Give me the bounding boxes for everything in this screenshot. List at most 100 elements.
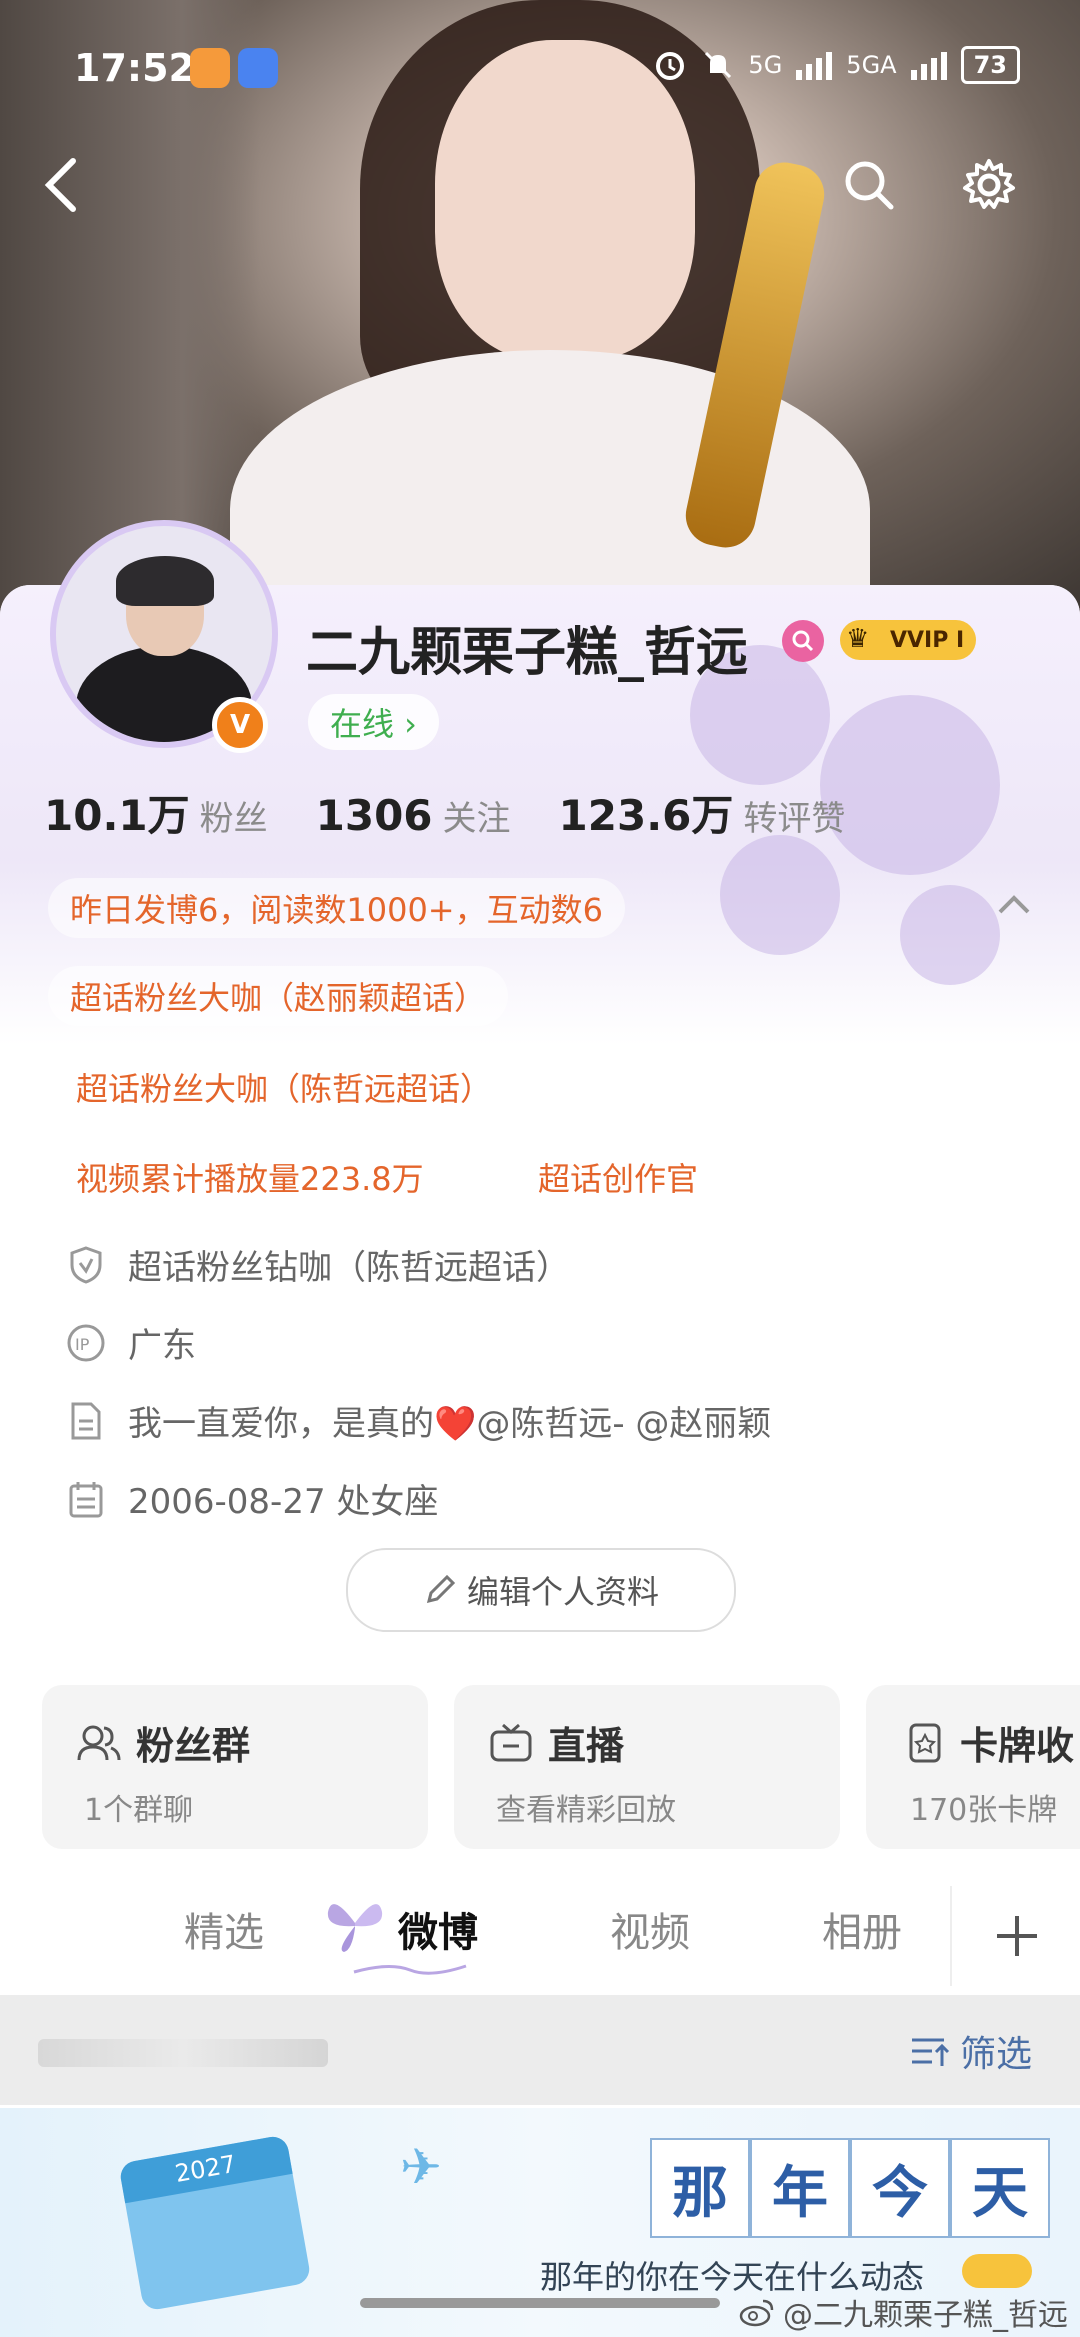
tile-cards[interactable]: 卡牌收 170张卡牌: [866, 1685, 1080, 1849]
filter-button[interactable]: 筛选: [910, 2025, 1032, 2077]
info-birthday-text: 2006-08-27 处女座: [128, 1482, 439, 1522]
stat-value: 10.1万: [44, 791, 190, 840]
info-ip-text: 广东: [128, 1326, 196, 1366]
battery-indicator: 73: [960, 46, 1020, 84]
online-label: 在线 ›: [330, 705, 417, 743]
flower-decoration: [820, 695, 1000, 875]
card-icon: [909, 1723, 941, 1762]
info-badge-row[interactable]: 超话粉丝钻咖（陈哲远超话）: [66, 1240, 570, 1289]
signal-icon: [796, 52, 833, 80]
tile-title: 卡牌收: [960, 1724, 1075, 1768]
vip-label: VVIP I: [890, 627, 965, 653]
svg-text:IP: IP: [75, 1335, 90, 1354]
tile-title-row: 直播: [488, 1715, 624, 1770]
mute-icon: [705, 51, 732, 79]
filter-icon: [911, 2038, 950, 2066]
weibo-logo-icon: [739, 2299, 774, 2327]
info-badge-text: 超话粉丝钻咖（陈哲远超话）: [128, 1248, 570, 1288]
network-label: 5G: [748, 51, 783, 79]
yesterday-summary[interactable]: 昨日发博6，阅读数1000+，互动数6: [48, 878, 625, 938]
tile-sub: 1个群聊: [84, 1793, 194, 1828]
flower-decoration: [720, 835, 840, 955]
tv-icon: [490, 1723, 532, 1761]
home-indicator[interactable]: [360, 2298, 720, 2308]
tile-title-row: 粉丝群: [76, 1715, 250, 1770]
search-button[interactable]: [834, 150, 904, 220]
achievement-badge[interactable]: 超话粉丝大咖（赵丽颖超话）: [48, 966, 509, 1026]
back-button[interactable]: [26, 150, 96, 220]
butterfly-icon: [327, 1904, 383, 1952]
stat-followers[interactable]: 10.1万 粉丝: [44, 782, 268, 843]
edit-profile-label: 编辑个人资料: [466, 1573, 659, 1611]
shield-icon: [66, 1245, 106, 1285]
banner-char: 天: [950, 2138, 1050, 2238]
achievement-badge[interactable]: 超话粉丝大咖（陈哲远超话）: [76, 1064, 492, 1110]
plus-icon: [997, 1916, 1037, 1956]
super-topic-icon[interactable]: [782, 620, 824, 662]
alarm-icon: [656, 52, 685, 80]
avatar-hair: [116, 556, 214, 606]
tile-fan-group[interactable]: 粉丝群 1个群聊: [42, 1685, 428, 1849]
gear-icon: [963, 159, 1015, 209]
tile-title: 粉丝群: [136, 1724, 251, 1768]
watermark-text: @二九颗栗子糕_哲远: [783, 2298, 1068, 2333]
info-bio-row: 我一直爱你，是真的❤️@陈哲远- @赵丽颖: [66, 1396, 771, 1445]
banner-char: 年: [750, 2138, 850, 2238]
notification-app-icon-2: [238, 48, 278, 88]
stat-interactions[interactable]: 123.6万 转评赞: [559, 782, 846, 843]
stat-value: 123.6万: [558, 791, 734, 840]
group-icon: [77, 1725, 121, 1760]
yesterday-summary-text: 昨日发博6，阅读数1000+，互动数6: [70, 891, 603, 929]
info-ip-row: IP 广东: [66, 1318, 196, 1367]
blurred-text: [38, 2039, 328, 2067]
edit-profile-button[interactable]: 编辑个人资料: [346, 1548, 736, 1632]
tab-featured[interactable]: 精选: [184, 1900, 264, 1958]
tile-live[interactable]: 直播 查看精彩回放: [454, 1685, 840, 1849]
pencil-icon: [426, 1574, 456, 1604]
paper-plane-icon: ✈: [400, 2138, 442, 2196]
calendar-year: 2027: [118, 2134, 293, 2204]
banner-title: 那 年 今 天: [650, 2138, 1050, 2238]
tab-video[interactable]: 视频: [610, 1900, 690, 1958]
add-tab-button[interactable]: [950, 1886, 1080, 1986]
notification-app-icon: [190, 48, 230, 88]
chevron-up-icon: [998, 895, 1030, 914]
stats-row: 10.1万 粉丝 1306 关注 123.6万 转评赞: [44, 782, 845, 843]
profile-tabs: 精选 微博 视频 相册: [0, 1880, 1080, 1990]
info-birthday-row: 2006-08-27 处女座: [66, 1474, 438, 1523]
stat-following[interactable]: 1306 关注: [316, 791, 511, 840]
active-tab-indicator: [353, 1964, 467, 1975]
stat-label: 粉丝: [199, 799, 268, 839]
signal-icon-2: [910, 52, 947, 80]
banner-badge: [962, 2254, 1032, 2288]
weibo-watermark: @二九颗栗子糕_哲远: [739, 2290, 1068, 2334]
document-icon: [66, 1401, 106, 1441]
online-status[interactable]: 在线 ›: [308, 694, 439, 750]
status-bar: 17:52 5G 5GA 73: [0, 38, 1080, 98]
tab-weibo[interactable]: 微博: [398, 1900, 478, 1958]
network-label-2: 5GA: [846, 51, 897, 79]
stat-label: 转评赞: [743, 799, 846, 839]
ip-icon: IP: [66, 1323, 106, 1363]
achievement-badge[interactable]: 视频累计播放量223.8万: [76, 1154, 424, 1200]
settings-button[interactable]: [954, 150, 1024, 220]
vip-badge[interactable]: ♛ VVIP I: [840, 620, 977, 660]
flower-decoration: [900, 885, 1000, 985]
calendar-illustration: 2027: [118, 2134, 312, 2312]
search-icon: [845, 161, 894, 210]
filter-bar: 筛选: [0, 1995, 1080, 2105]
info-bio-text: 我一直爱你，是真的❤️@陈哲远- @赵丽颖: [128, 1404, 772, 1444]
banner-char: 那: [650, 2138, 750, 2238]
status-right: 5G 5GA 73: [652, 46, 1020, 84]
tile-sub: 查看精彩回放: [496, 1793, 676, 1828]
achievement-text: 超话粉丝大咖（赵丽颖超话）: [70, 979, 487, 1017]
tab-album[interactable]: 相册: [822, 1900, 902, 1958]
crown-icon: ♛: [846, 624, 870, 654]
tile-title-row: 卡牌收: [906, 1715, 1074, 1770]
collapse-button[interactable]: [994, 888, 1034, 922]
verified-badge: V: [212, 697, 268, 753]
banner-char: 今: [850, 2138, 950, 2238]
username: 二九颗栗子糕_哲远: [306, 623, 749, 683]
stat-label: 关注: [442, 799, 511, 839]
achievement-badge[interactable]: 超话创作官: [538, 1154, 698, 1200]
